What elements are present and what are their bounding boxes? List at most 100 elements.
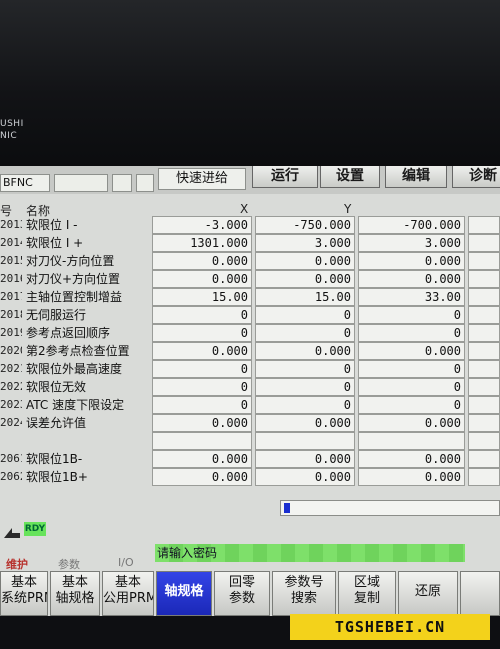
- param-name: 软限位 I -: [26, 218, 78, 232]
- table-row[interactable]: 2022软限位无效000: [0, 378, 500, 396]
- param-value-z[interactable]: 33.00: [358, 288, 465, 306]
- param-value-extra[interactable]: [468, 306, 500, 324]
- table-row[interactable]: 2015对刀仪-方向位置0.0000.0000.000: [0, 252, 500, 270]
- param-value-y[interactable]: 0.000: [255, 270, 355, 288]
- param-value-extra[interactable]: [468, 396, 500, 414]
- param-value-y[interactable]: -750.000: [255, 216, 355, 234]
- table-row[interactable]: 2024误差允许值0.0000.0000.000: [0, 414, 500, 432]
- param-value-extra[interactable]: [468, 342, 500, 360]
- param-value-z[interactable]: 0: [358, 324, 465, 342]
- param-value-z[interactable]: 0.000: [358, 450, 465, 468]
- param-value-y[interactable]: 0.000: [255, 414, 355, 432]
- monitor-bezel: USHI NIC: [0, 0, 500, 170]
- param-value-z[interactable]: [358, 432, 465, 450]
- param-value-extra[interactable]: [468, 360, 500, 378]
- param-value-y[interactable]: 0.000: [255, 342, 355, 360]
- param-value-z[interactable]: 0: [358, 396, 465, 414]
- param-number: 2016: [0, 272, 22, 285]
- param-value-y[interactable]: 15.00: [255, 288, 355, 306]
- param-value-x[interactable]: 0: [152, 360, 252, 378]
- softkey-param-search[interactable]: 参数号 搜索: [272, 571, 336, 616]
- param-value-x[interactable]: 0.000: [152, 450, 252, 468]
- horizontal-scrollbar[interactable]: [280, 500, 500, 516]
- param-value-z[interactable]: 0: [358, 306, 465, 324]
- param-value-y[interactable]: 0: [255, 306, 355, 324]
- softkey-axis-spec[interactable]: 轴规格: [156, 571, 212, 616]
- password-input-line[interactable]: 请输入密码: [155, 544, 465, 562]
- mode-indicator: BFNC: [0, 174, 50, 192]
- param-value-z[interactable]: 0: [358, 378, 465, 396]
- param-value-z[interactable]: 0.000: [358, 252, 465, 270]
- scrollbar-thumb[interactable]: [284, 503, 290, 513]
- param-value-extra[interactable]: [468, 450, 500, 468]
- table-row[interactable]: 2017主轴位置控制增益15.0015.0033.00: [0, 288, 500, 306]
- param-value-extra[interactable]: [468, 378, 500, 396]
- param-value-extra[interactable]: [468, 414, 500, 432]
- softkey-basic-axis-spec[interactable]: 基本 轴规格: [50, 571, 100, 616]
- param-value-x[interactable]: [152, 432, 252, 450]
- param-value-z[interactable]: -700.000: [358, 216, 465, 234]
- tab-setup[interactable]: 设置: [320, 166, 380, 188]
- param-value-z[interactable]: 0.000: [358, 342, 465, 360]
- io-label: I/O: [118, 556, 134, 569]
- param-value-x[interactable]: 0: [152, 306, 252, 324]
- param-value-y[interactable]: 0: [255, 396, 355, 414]
- param-value-z[interactable]: 0.000: [358, 414, 465, 432]
- param-value-y[interactable]: 0: [255, 378, 355, 396]
- param-value-extra[interactable]: [468, 468, 500, 486]
- param-value-x[interactable]: 0.000: [152, 252, 252, 270]
- table-row[interactable]: 2021软限位外最高速度000: [0, 360, 500, 378]
- param-value-y[interactable]: 0.000: [255, 252, 355, 270]
- param-value-x[interactable]: 0: [152, 396, 252, 414]
- param-value-y[interactable]: 0.000: [255, 450, 355, 468]
- softkey-next[interactable]: [460, 571, 500, 616]
- param-value-extra[interactable]: [468, 234, 500, 252]
- param-value-x[interactable]: 1301.000: [152, 234, 252, 252]
- param-value-z[interactable]: 3.000: [358, 234, 465, 252]
- status-box-2: [112, 174, 132, 192]
- table-row[interactable]: 2061软限位1B-0.0000.0000.000: [0, 450, 500, 468]
- table-row[interactable]: 2016对刀仪+方向位置0.0000.0000.000: [0, 270, 500, 288]
- softkey-restore[interactable]: 还原: [398, 571, 458, 616]
- table-row[interactable]: [0, 432, 500, 450]
- softkey-basic-common-prm[interactable]: 基本 公用PRM: [102, 571, 154, 616]
- param-value-extra[interactable]: [468, 432, 500, 450]
- param-value-y[interactable]: 0.000: [255, 468, 355, 486]
- param-value-x[interactable]: 0: [152, 378, 252, 396]
- param-value-x[interactable]: 0.000: [152, 468, 252, 486]
- watermark: TGSHEBEI.CN: [290, 614, 490, 640]
- table-row[interactable]: 2020第2参考点检查位置0.0000.0000.000: [0, 342, 500, 360]
- param-value-x[interactable]: 0.000: [152, 270, 252, 288]
- table-row[interactable]: 2019参考点返回顺序000: [0, 324, 500, 342]
- param-value-y[interactable]: 3.000: [255, 234, 355, 252]
- param-value-x[interactable]: 0: [152, 324, 252, 342]
- table-row[interactable]: 2014软限位 I +1301.0003.0003.000: [0, 234, 500, 252]
- softkey-return-zero-params[interactable]: 回零 参数: [214, 571, 270, 616]
- param-value-extra[interactable]: [468, 324, 500, 342]
- ready-indicator: RDY: [24, 522, 46, 536]
- param-value-x[interactable]: 0.000: [152, 414, 252, 432]
- softkey-area-copy[interactable]: 区域 复制: [338, 571, 396, 616]
- param-value-x[interactable]: 0.000: [152, 342, 252, 360]
- param-value-extra[interactable]: [468, 270, 500, 288]
- table-row[interactable]: 2013 软限位 I - -3.000-750.000-700.000: [0, 216, 500, 234]
- table-row[interactable]: 2062软限位1B+0.0000.0000.000: [0, 468, 500, 486]
- param-value-extra[interactable]: [468, 252, 500, 270]
- param-value-y[interactable]: 0: [255, 324, 355, 342]
- param-value-z[interactable]: 0.000: [358, 270, 465, 288]
- param-value-z[interactable]: 0: [358, 360, 465, 378]
- param-value-x[interactable]: 15.00: [152, 288, 252, 306]
- param-value-z[interactable]: 0.000: [358, 468, 465, 486]
- table-row[interactable]: 2018无伺服运行000: [0, 306, 500, 324]
- password-prompt: 请输入密码: [157, 546, 218, 560]
- table-row[interactable]: 2023ATC 速度下限设定000: [0, 396, 500, 414]
- param-value-y[interactable]: 0: [255, 360, 355, 378]
- tab-edit[interactable]: 编辑: [385, 166, 447, 188]
- softkey-basic-system-prm[interactable]: 基本 系统PRM: [0, 571, 48, 616]
- tab-run[interactable]: 运行: [252, 166, 318, 188]
- tab-diagnosis[interactable]: 诊断: [452, 166, 500, 188]
- param-value-x[interactable]: -3.000: [152, 216, 252, 234]
- param-value-extra[interactable]: [468, 216, 500, 234]
- param-value-extra[interactable]: [468, 288, 500, 306]
- param-value-y[interactable]: [255, 432, 355, 450]
